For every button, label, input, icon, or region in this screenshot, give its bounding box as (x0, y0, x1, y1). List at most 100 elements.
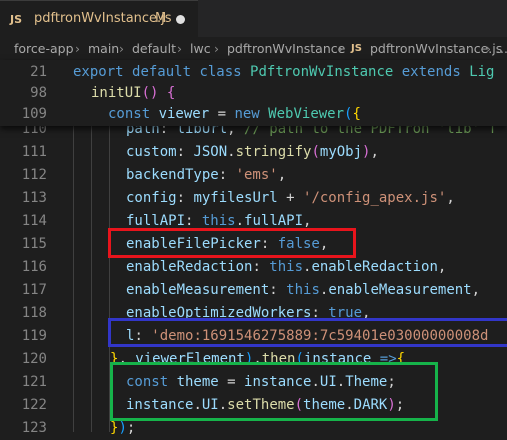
code-token: ; (126, 420, 136, 436)
code-token: : (218, 167, 236, 183)
code-token: '/config_apex.js' (303, 190, 447, 206)
chevron-right-icon: › (338, 41, 343, 56)
code-token: = (217, 106, 235, 122)
line-number: 116 (21, 259, 47, 275)
line-number: 123 (21, 420, 47, 436)
code-token: this (286, 282, 320, 298)
breadcrumb-item-main[interactable]: main (88, 41, 119, 56)
code-text: initUI() { (91, 82, 175, 105)
line-number: 109 (21, 106, 47, 122)
line-number: 121 (21, 374, 47, 390)
code-token: { (166, 85, 176, 101)
code-token: viewer (158, 106, 218, 122)
code-token: , (277, 167, 287, 183)
breadcrumb-item-ellipsis[interactable]: ... (496, 41, 507, 56)
code-token: default (132, 64, 200, 80)
breadcrumb-item-pdftronwvinstance[interactable]: pdftronWvInstance (227, 41, 345, 56)
code-token: const (108, 106, 159, 122)
code-token: + (286, 190, 304, 206)
chevron-right-icon: › (177, 41, 182, 56)
code-line[interactable]: 21 export default class PdftronWvInstance… (0, 61, 507, 84)
line-number: 122 (21, 397, 47, 413)
breadcrumb-item-lwc[interactable]: lwc (190, 41, 211, 56)
unsaved-dot-icon[interactable] (176, 15, 185, 24)
code-token: export (73, 64, 133, 80)
breadcrumb-item-file[interactable]: pdftronWvInstance.js (370, 41, 502, 56)
line-number: 119 (21, 328, 47, 344)
code-token: : (176, 144, 194, 160)
code-token: this (269, 259, 304, 275)
javascript-file-icon: JS (351, 43, 362, 54)
code-token: enableRedaction (126, 259, 253, 275)
code-text: enableRedaction: this.enableRedaction, (126, 256, 446, 279)
blue-highlight-box (108, 318, 507, 347)
code-token: ) (118, 420, 127, 436)
line-number: 115 (21, 236, 47, 252)
code-token: . (227, 144, 236, 160)
code-token: . (235, 213, 245, 229)
line-number: 117 (21, 282, 47, 298)
code-token: JSON (193, 144, 228, 160)
code-text: export default class PdftronWvInstance e… (73, 61, 494, 84)
breadcrumb: force-app › main › default › lwc › pdftr… (0, 37, 507, 60)
code-token: 'ems' (235, 167, 278, 183)
code-token: backendType (126, 167, 219, 183)
sticky-scroll-header: 21 export default class PdftronWvInstance… (0, 60, 507, 126)
code-line[interactable]: 109 const viewer = new WebViewer({ (0, 103, 507, 126)
code-token: this (201, 213, 236, 229)
line-number: 112 (21, 167, 47, 183)
javascript-file-icon: JS (10, 13, 23, 26)
chevron-right-icon: › (214, 41, 219, 56)
green-highlight-box (110, 362, 438, 421)
line-number: 114 (21, 213, 47, 229)
breadcrumb-item-default[interactable]: default (132, 41, 176, 56)
code-token: initUI (91, 85, 142, 101)
red-highlight-box (108, 228, 356, 258)
code-token: : (269, 282, 287, 298)
code-text: backendType: 'ems', (126, 164, 286, 187)
code-token: enableMeasurement (328, 282, 472, 298)
code-token: myObj (319, 144, 363, 160)
code-token: ( (311, 144, 320, 160)
code-line[interactable]: 112 backendType: 'ems', (0, 164, 507, 187)
code-line[interactable]: 98 initUI() { (0, 82, 507, 105)
code-token: : (252, 259, 270, 275)
code-token: enableRedaction (311, 259, 438, 275)
code-token: extends (401, 64, 470, 80)
code-token: , (370, 144, 379, 160)
code-token: new (234, 106, 269, 122)
code-token: : (176, 190, 194, 206)
code-token: config (126, 190, 177, 206)
line-number: 118 (21, 305, 47, 321)
code-token: , (437, 259, 447, 275)
line-number: 21 (30, 64, 47, 80)
breadcrumb-item-force-app[interactable]: force-app (14, 41, 74, 56)
code-token: enableMeasurement (126, 282, 270, 298)
code-line[interactable]: 116 enableRedaction: this.enableRedaction… (0, 256, 507, 279)
code-token: stringify (235, 144, 312, 160)
line-number: 98 (30, 85, 47, 101)
code-token: WebViewer (268, 106, 345, 122)
modified-indicator: M (155, 11, 167, 26)
tab-pdftronwvinstance-js[interactable]: JS pdftronWvInstance.js M (0, 0, 198, 37)
code-line[interactable]: 117 enableMeasurement: this.enableMeasure… (0, 279, 507, 302)
code-token: class (199, 64, 251, 80)
code-text: config: myfilesUrl + '/config_apex.js', (126, 187, 455, 210)
chevron-right-icon: › (119, 41, 124, 56)
chevron-right-icon: › (486, 41, 491, 56)
code-text: custom: JSON.stringify(myObj), (126, 141, 379, 164)
code-token: : (185, 213, 202, 229)
code-token: , (471, 282, 481, 298)
line-number: 111 (21, 144, 47, 160)
code-line[interactable]: 111 custom: JSON.stringify(myObj), (0, 141, 507, 164)
code-text: const viewer = new WebViewer({ (108, 103, 361, 126)
code-token: PdftronWvInstance (250, 64, 402, 80)
code-token: fullAPI (244, 213, 304, 229)
code-line[interactable]: 113 config: myfilesUrl + '/config_apex.js… (0, 187, 507, 210)
chevron-right-icon: › (75, 41, 80, 56)
code-token: { (352, 106, 361, 122)
line-number: 113 (21, 190, 47, 206)
code-token: , (303, 213, 312, 229)
code-text: enableMeasurement: this.enableMeasuremen… (126, 279, 480, 302)
code-token: , (446, 190, 455, 206)
